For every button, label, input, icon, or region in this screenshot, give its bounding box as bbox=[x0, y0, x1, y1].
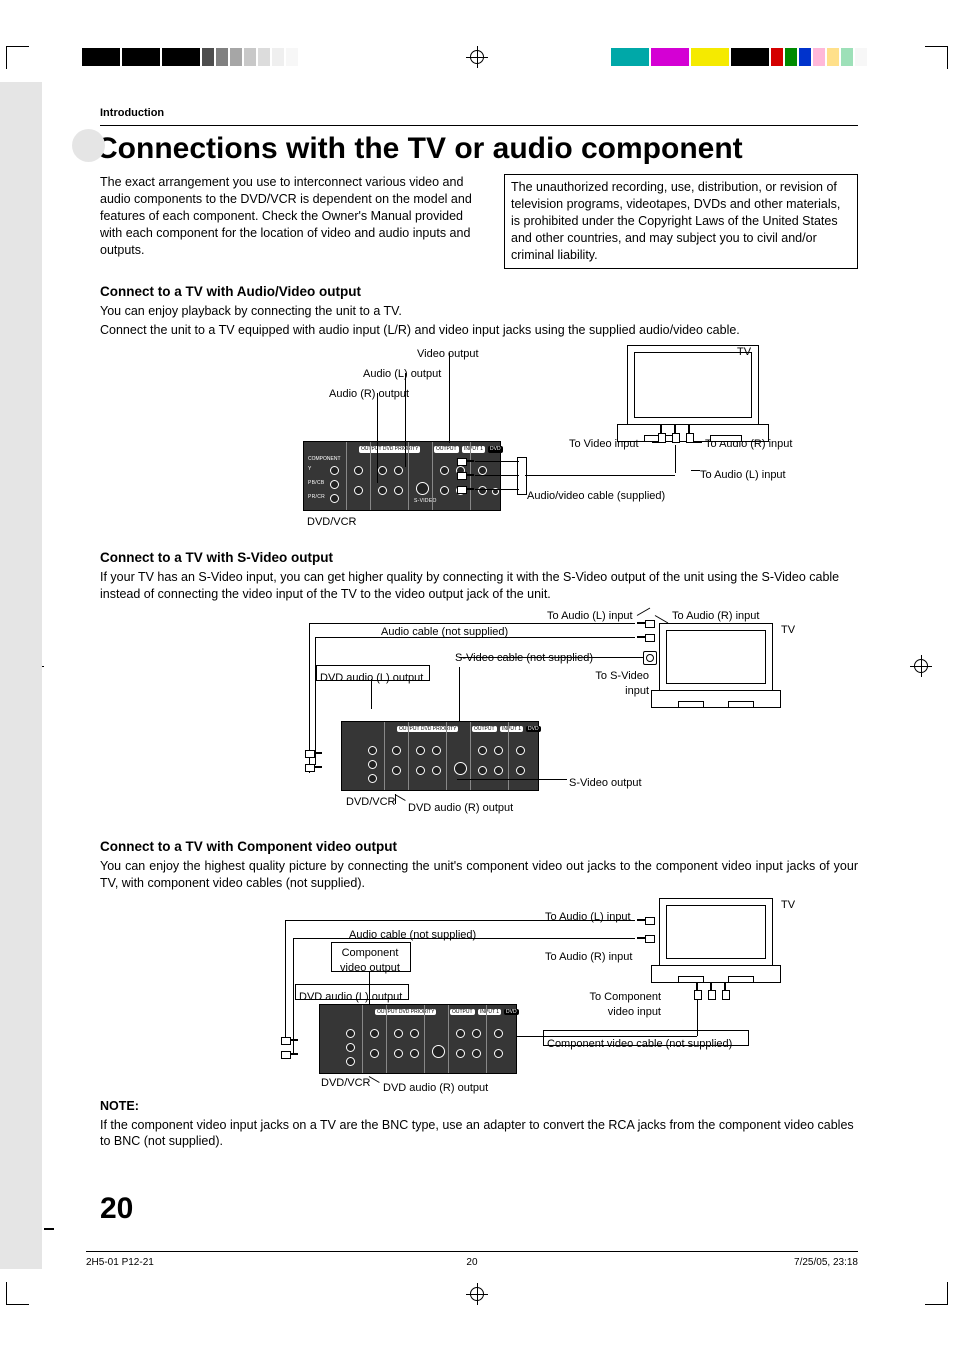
registration-mark-icon bbox=[910, 655, 932, 677]
diagram-label: To Audio (L) input bbox=[545, 910, 631, 925]
diagram-label: DVD/VCR bbox=[346, 795, 396, 810]
diagram-label: To Audio (R) input bbox=[545, 950, 632, 965]
footer-doc-code: 2H5-01 P12-21 bbox=[86, 1256, 343, 1270]
panel-label: DVD bbox=[504, 1009, 519, 1016]
diagram-label: DVD audio (R) output bbox=[383, 1081, 488, 1096]
panel-label: COMPONENT bbox=[308, 456, 341, 463]
diagram-label: Audio (L) output bbox=[363, 367, 441, 382]
panel-label: INPUT 1 bbox=[500, 726, 523, 733]
copyright-warning-box: The unauthorized recording, use, distrib… bbox=[504, 174, 858, 268]
body-text: If your TV has an S-Video input, you can… bbox=[100, 569, 858, 603]
section-heading: Connect to a TV with Component video out… bbox=[100, 838, 858, 856]
diagram-label: Audio/video cable (supplied) bbox=[527, 489, 665, 504]
note-body: If the component video input jacks on a … bbox=[100, 1117, 858, 1151]
dvdvcr-back-panel: OUTPUT DVD PRIORITY OUTPUT INPUT 1 DVD bbox=[341, 721, 539, 791]
rca-plug-icon bbox=[637, 934, 655, 942]
diagram-label: DVD/VCR bbox=[307, 515, 357, 530]
connection-diagram-svideo: To Audio (L) input To Audio (R) input Au… bbox=[199, 609, 759, 824]
panel-label: PB/CB bbox=[308, 480, 325, 487]
diagram-label: TV bbox=[781, 898, 795, 913]
crop-mark bbox=[925, 1282, 948, 1305]
crop-mark bbox=[925, 46, 948, 69]
binding-gutter bbox=[0, 82, 42, 1269]
diagram-label: S-Video output bbox=[569, 776, 642, 791]
register-stripe bbox=[611, 48, 869, 66]
label-box bbox=[316, 665, 430, 681]
panel-label: PR/CR bbox=[308, 494, 325, 501]
body-text: You can enjoy playback by connecting the… bbox=[100, 303, 858, 320]
rca-plug-icon bbox=[637, 619, 655, 627]
page-title: Connections with the TV or audio compone… bbox=[72, 132, 858, 167]
tv-icon bbox=[659, 898, 773, 983]
connection-diagram-component: TV To Audio (L) input To Audio (R) input… bbox=[169, 898, 789, 1098]
registration-mark-icon bbox=[466, 1283, 488, 1305]
rca-plug-icon bbox=[281, 1050, 299, 1058]
page-number: 20 bbox=[100, 1189, 133, 1230]
rca-plug-icon bbox=[457, 471, 475, 479]
panel-label: DVD bbox=[526, 726, 541, 733]
diagram-label: S-Video cable (not supplied) bbox=[455, 651, 593, 666]
connection-diagram-av: Video output Audio (L) output Audio (R) … bbox=[199, 345, 759, 535]
svideo-plug-icon bbox=[643, 651, 657, 665]
rca-plug-icon bbox=[637, 633, 655, 641]
diagram-label: To Audio (L) input bbox=[700, 468, 786, 483]
body-text: Connect the unit to a TV equipped with a… bbox=[100, 322, 858, 339]
body-text: You can enjoy the highest quality pictur… bbox=[100, 858, 858, 892]
diagram-label: To Component video input bbox=[577, 990, 661, 1020]
rca-plug-icon bbox=[693, 982, 701, 1000]
panel-label: OUTPUT bbox=[472, 726, 497, 733]
rca-plug-icon bbox=[305, 749, 323, 757]
panel-label: INPUT 1 bbox=[478, 1009, 501, 1016]
tv-icon bbox=[659, 623, 773, 708]
panel-label: OUTPUT DVD PRIORITY bbox=[375, 1009, 436, 1016]
panel-label: INPUT 1 bbox=[462, 446, 485, 453]
diagram-label: DVD/VCR bbox=[321, 1076, 371, 1091]
rca-plug-icon bbox=[657, 425, 665, 443]
rca-plug-icon bbox=[707, 982, 715, 1000]
panel-label: S-VIDEO bbox=[414, 498, 437, 505]
dvdvcr-back-panel: OUTPUT DVD PRIORITY OUTPUT INPUT 1 DVD bbox=[319, 1004, 517, 1074]
diagram-label: To Audio (R) input bbox=[672, 609, 759, 624]
rca-plug-icon bbox=[685, 425, 693, 443]
diagram-label: Video output bbox=[417, 347, 479, 362]
footer: 2H5-01 P12-21 20 7/25/05, 23:18 bbox=[86, 1251, 858, 1270]
rca-plug-icon bbox=[637, 916, 655, 924]
diagram-label: TV bbox=[781, 623, 795, 638]
gutter-tick bbox=[44, 1228, 54, 1230]
panel-label: Y bbox=[308, 466, 312, 473]
panel-label: DVD bbox=[488, 446, 503, 453]
panel-label: OUTPUT DVD PRIORITY bbox=[397, 726, 458, 733]
footer-date: 7/25/05, 23:18 bbox=[601, 1256, 858, 1270]
tv-icon bbox=[627, 345, 759, 442]
diagram-label: Audio cable (not supplied) bbox=[349, 928, 476, 943]
section-heading: Connect to a TV with S-Video output bbox=[100, 549, 858, 567]
diagram-label: To Audio (L) input bbox=[547, 609, 633, 624]
register-stripe bbox=[82, 48, 300, 66]
footer-page: 20 bbox=[343, 1256, 600, 1270]
panel-label: OUTPUT bbox=[450, 1009, 475, 1016]
intro-paragraph: The exact arrangement you use to interco… bbox=[100, 174, 486, 266]
rca-plug-icon bbox=[671, 425, 679, 443]
panel-label: OUTPUT bbox=[434, 446, 459, 453]
diagram-label: To S-Video input bbox=[591, 669, 649, 699]
rca-plug-icon bbox=[281, 1036, 299, 1044]
label-box bbox=[543, 1030, 749, 1046]
diagram-label: Audio (R) output bbox=[329, 387, 409, 402]
crop-mark bbox=[6, 1282, 29, 1305]
divider bbox=[100, 125, 858, 126]
page-title-text: Connections with the TV or audio compone… bbox=[96, 132, 743, 165]
rca-plug-icon bbox=[721, 982, 729, 1000]
section-heading: Connect to a TV with Audio/Video output bbox=[100, 283, 858, 301]
rca-plug-icon bbox=[457, 485, 475, 493]
rca-plug-icon bbox=[305, 763, 323, 771]
registration-mark-icon bbox=[466, 46, 488, 68]
crop-mark bbox=[6, 46, 29, 69]
diagram-label: DVD audio (R) output bbox=[408, 801, 513, 816]
note-heading: NOTE: bbox=[100, 1098, 858, 1115]
label-box bbox=[331, 942, 411, 972]
label-box bbox=[295, 984, 409, 1000]
rca-plug-icon bbox=[457, 457, 475, 465]
panel-label: OUTPUT DVD PRIORITY bbox=[359, 446, 420, 453]
section-breadcrumb: Introduction bbox=[100, 106, 858, 121]
